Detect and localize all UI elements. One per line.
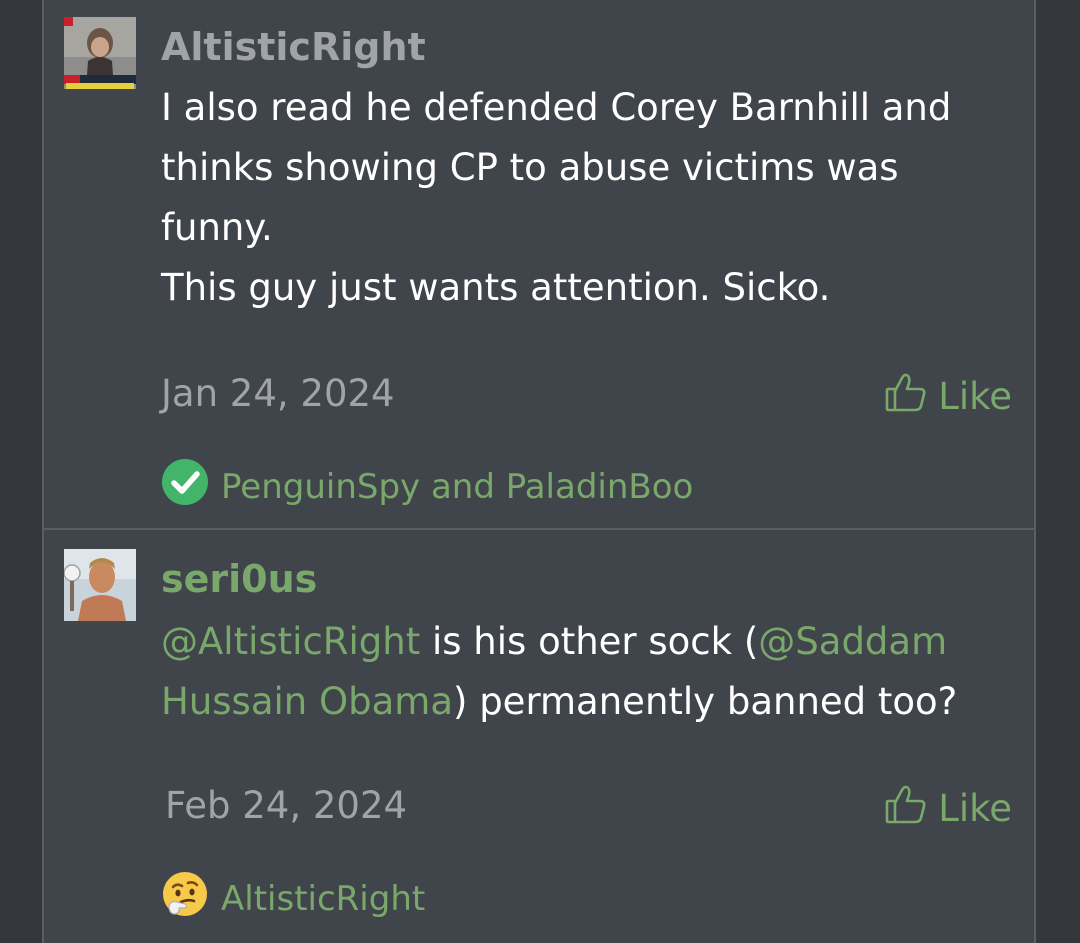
comment-text: ) permanently banned too? <box>453 680 958 723</box>
mention-link[interactable]: @AltisticRight <box>161 620 420 663</box>
comment-body-line: Hussain Obama) permanently banned too? <box>161 672 1031 732</box>
reactions-summary[interactable]: AltisticRight <box>161 870 425 927</box>
comment-altisticright: AltisticRight I also read he defended Co… <box>44 0 1034 528</box>
check-circle-icon <box>161 458 209 515</box>
like-label: Like <box>938 787 1012 830</box>
reactions-summary[interactable]: PenguinSpy and PaladinBoo <box>161 458 693 515</box>
mention-link[interactable]: Hussain Obama <box>161 680 453 723</box>
comment-text: is his other sock ( <box>420 620 759 663</box>
thumbs-up-icon <box>884 370 928 423</box>
comment-body-line: This guy just wants attention. Sicko. <box>161 266 831 309</box>
comment-body: I also read he defended Corey Barnhill a… <box>161 78 1031 318</box>
reactions-users: PenguinSpy and PaladinBoo <box>221 466 694 507</box>
comment-thread: AltisticRight I also read he defended Co… <box>42 0 1036 943</box>
mention-link[interactable]: @Saddam <box>758 620 947 663</box>
comment-body-line: thinks showing CP to abuse victims was <box>161 146 899 189</box>
comment-body-line: funny. <box>161 206 273 249</box>
like-button[interactable]: Like <box>884 782 1012 835</box>
comment-body-line: I also read he defended Corey Barnhill a… <box>161 86 952 129</box>
post-date[interactable]: Jan 24, 2024 <box>161 372 395 415</box>
thumbs-up-icon <box>884 782 928 835</box>
avatar-seri0us[interactable] <box>64 549 136 621</box>
like-button[interactable]: Like <box>884 370 1012 423</box>
comment-body: @AltisticRight is his other sock (@Sadda… <box>161 612 1031 732</box>
post-date[interactable]: Feb 24, 2024 <box>165 784 407 827</box>
like-label: Like <box>938 375 1012 418</box>
comment-serious: seri0us @AltisticRight is his other sock… <box>44 530 1034 943</box>
thinking-face-icon <box>161 870 209 927</box>
avatar-altisticright[interactable] <box>64 17 136 89</box>
reactions-users: AltisticRight <box>221 878 426 919</box>
comment-body-line: @AltisticRight is his other sock (@Sadda… <box>161 612 1031 672</box>
username[interactable]: AltisticRight <box>161 24 426 70</box>
username[interactable]: seri0us <box>161 556 317 602</box>
